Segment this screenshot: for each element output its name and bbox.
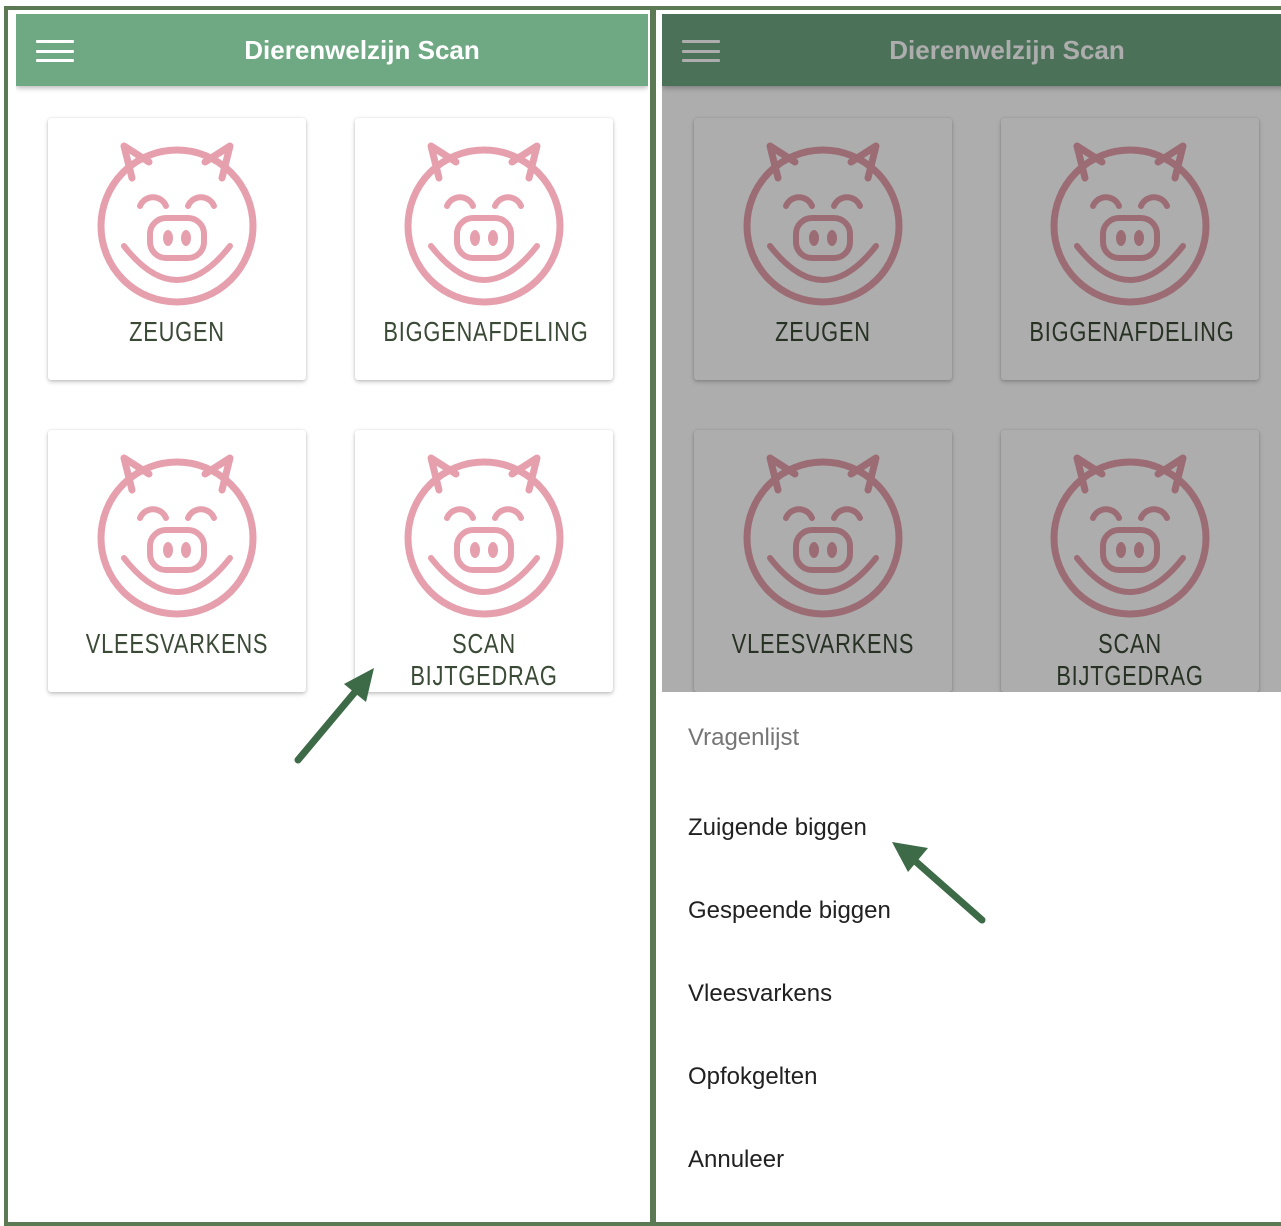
- tile-scan-bijtgedrag[interactable]: SCAN BIJTGEDRAG: [355, 430, 613, 692]
- pig-face-icon: [401, 136, 567, 306]
- pig-face-icon: [94, 136, 260, 306]
- tile-zeugen[interactable]: ZEUGEN: [48, 118, 306, 380]
- action-gespeende-biggen[interactable]: Gespeende biggen: [688, 897, 891, 925]
- home-screen: Dierenwelzijn Scan ZEUGEN BIGGENAFDELING…: [16, 14, 648, 1214]
- action-annuleer[interactable]: Annuleer: [688, 1146, 784, 1174]
- tile-label: VLEESVARKENS: [85, 628, 269, 659]
- action-sheet-title: Vragenlijst: [688, 724, 800, 751]
- app-title: Dierenwelzijn Scan: [244, 35, 480, 65]
- annotation-arrow-icon: [294, 668, 374, 764]
- pig-face-icon: [94, 448, 260, 618]
- action-vleesvarkens[interactable]: Vleesvarkens: [688, 980, 832, 1008]
- action-opfokgelten[interactable]: Opfokgelten: [688, 1063, 817, 1091]
- tile-biggenafdeling[interactable]: BIGGENAFDELING: [355, 118, 613, 380]
- menu-screen: Dierenwelzijn Scan ZEUGEN BIGGENAFDELING…: [662, 14, 1281, 1214]
- annotation-arrow-icon: [892, 842, 986, 924]
- tile-vleesvarkens[interactable]: VLEESVARKENS: [48, 430, 306, 692]
- pig-face-icon: [401, 448, 567, 618]
- app-bar: Dierenwelzijn Scan: [16, 14, 648, 86]
- tile-label: BIGGENAFDELING: [383, 316, 589, 347]
- hamburger-menu-icon[interactable]: [36, 40, 74, 62]
- action-zuigende-biggen[interactable]: Zuigende biggen: [688, 814, 867, 842]
- tile-label: ZEUGEN: [129, 316, 225, 347]
- tile-label: SCAN BIJTGEDRAG: [410, 628, 558, 691]
- action-sheet: Vragenlijst Zuigende biggen Gespeende bi…: [662, 692, 1281, 1214]
